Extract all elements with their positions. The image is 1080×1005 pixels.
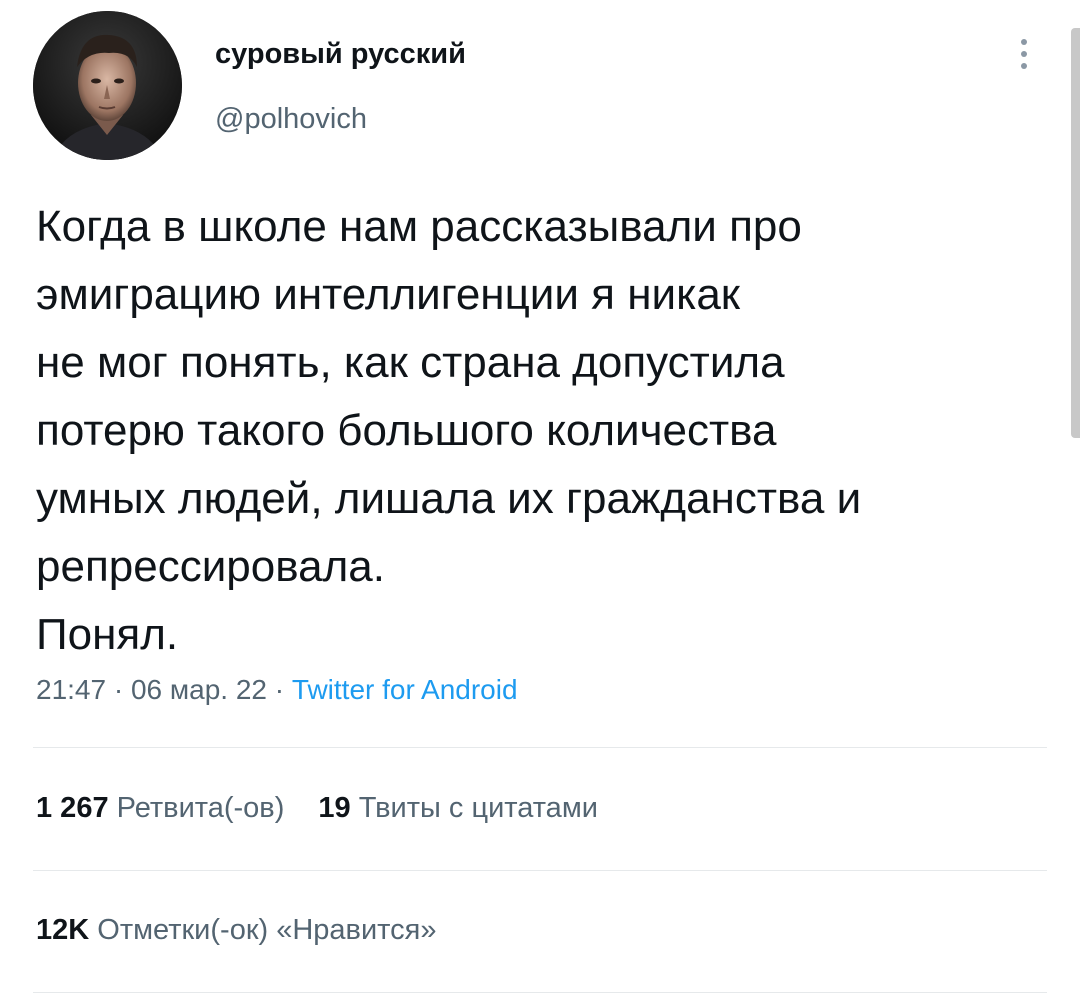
quotes-label: Твиты с цитатами — [358, 792, 598, 824]
divider — [33, 747, 1047, 748]
quotes-stat[interactable]: 19 Твиты с цитатами — [318, 792, 598, 824]
stats-row: 1 267 Ретвита(-ов) 19 Твиты с цитатами — [36, 792, 598, 825]
tweet-text-line: Когда в школе нам рассказывали про — [36, 202, 802, 251]
tweet-text-line: Понял. — [36, 610, 179, 659]
tweet-meta: 21:47 · 06 мар. 22 · Twitter for Android — [36, 674, 518, 706]
tweet-text-line: умных людей, лишала их гражданства и — [36, 474, 862, 523]
tweet-text-line: потерю такого большого количества — [36, 406, 777, 455]
tweet-text-line: не мог понять, как страна допустила — [36, 338, 785, 387]
scrollbar[interactable] — [1071, 28, 1080, 438]
retweets-stat[interactable]: 1 267 Ретвита(-ов) — [36, 792, 284, 824]
tweet-source-link[interactable]: Twitter for Android — [292, 674, 518, 705]
meta-separator: · — [267, 674, 292, 705]
likes-row: 12K Отметки(-ок) «Нравится» — [36, 914, 436, 947]
likes-label: Отметки(-ок) «Нравится» — [97, 914, 437, 946]
user-photo-avatar — [33, 11, 182, 160]
more-vertical-icon[interactable] — [1012, 34, 1036, 74]
likes-count: 12K — [36, 914, 90, 946]
user-handle[interactable]: @polhovich — [215, 103, 367, 136]
divider — [33, 870, 1047, 871]
display-name[interactable]: суровый русский — [215, 38, 466, 71]
avatar[interactable] — [33, 11, 182, 160]
divider — [33, 992, 1047, 993]
tweet-text: Когда в школе нам рассказывали про эмигр… — [36, 193, 1046, 669]
tweet-text-line: репрессировала. — [36, 542, 385, 591]
meta-separator: · — [106, 674, 131, 705]
quotes-count: 19 — [318, 792, 351, 824]
tweet-time[interactable]: 21:47 — [36, 674, 106, 705]
retweets-label: Ретвита(-ов) — [116, 792, 285, 824]
retweets-count: 1 267 — [36, 792, 109, 824]
tweet-date[interactable]: 06 мар. 22 — [131, 674, 267, 705]
tweet-text-line: эмиграцию интеллигенции я никак — [36, 270, 741, 319]
likes-stat[interactable]: 12K Отметки(-ок) «Нравится» — [36, 914, 436, 946]
